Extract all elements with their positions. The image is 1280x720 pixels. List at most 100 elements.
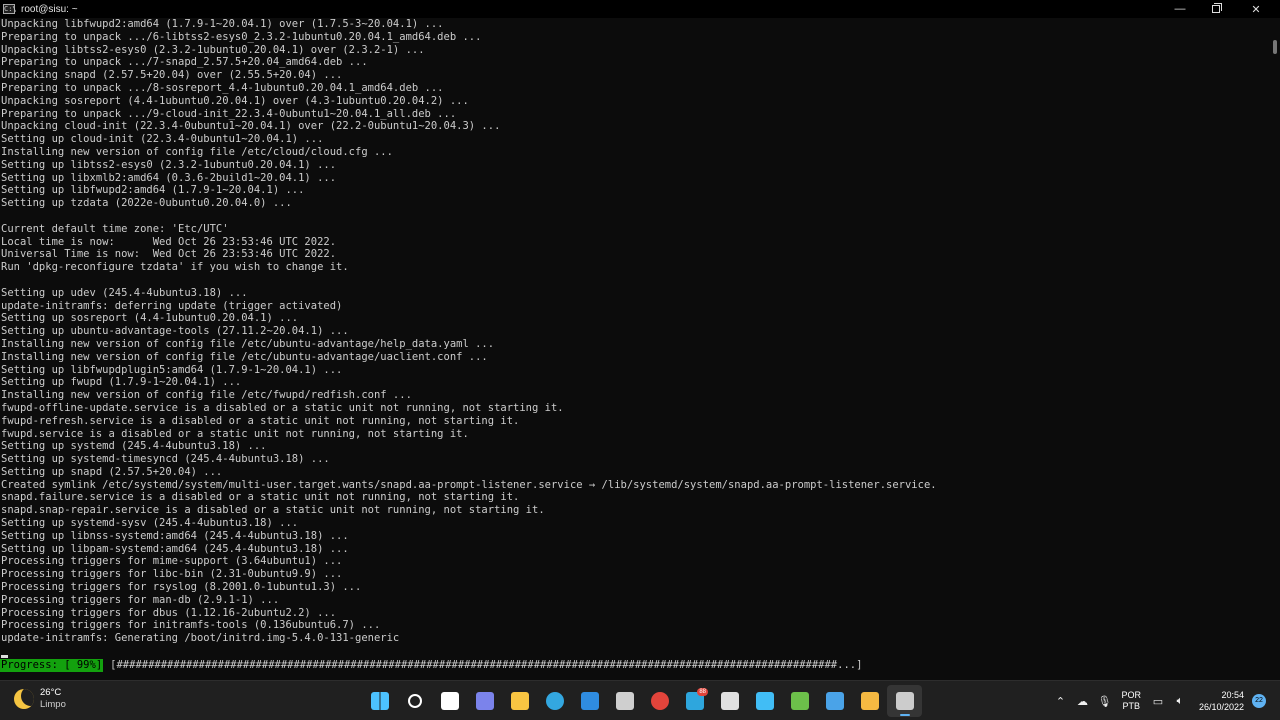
weather-condition: Limpo [40,699,66,710]
network-icon[interactable]: ▭ [1147,690,1169,712]
paint-icon [615,692,634,710]
terminal-line: Installing new version of config file /e… [1,389,412,402]
scrollbar-thumb[interactable] [1273,40,1277,54]
terminal-line: Processing triggers for initramfs-tools … [1,619,381,632]
terminal-line: Processing triggers for libc-bin (2.31-0… [1,568,343,581]
store-icon [580,692,599,710]
terminal-line: Unpacking libtss2-esys0 (2.3.2-1ubuntu0.… [1,43,425,56]
home-assistant-taskbar-button[interactable] [747,685,782,717]
terminal-line: Unpacking cloud-init (22.3.4-0ubuntu1~20… [1,120,501,133]
terminal-line: update-initramfs: deferring update (trig… [1,299,343,312]
window-title: root@sisu: ~ [21,3,78,15]
task-view-icon [440,692,459,710]
file-explorer-icon [510,692,529,710]
language-indicator[interactable]: POR PTB [1121,690,1141,712]
terminal-line: Preparing to unpack .../9-cloud-init_22.… [1,107,457,120]
terminal-line: Current default time zone: 'Etc/UTC' [1,222,229,235]
terminal-line: Installing new version of config file /e… [1,337,495,350]
terminal-line: snapd.snap-repair.service is a disabled … [1,504,545,517]
terminal-line: Setting up libnss-systemd:amd64 (245.4-4… [1,529,349,542]
terminal-line: Processing triggers for rsyslog (8.2001.… [1,581,362,594]
notification-badge[interactable]: 22 [1252,694,1266,708]
progress-label: Progress: [ 99%] [0,658,104,672]
clock[interactable]: 20:54 26/10/2022 [1199,689,1244,713]
search-icon [407,694,422,708]
terminal-line: Unpacking libfwupd2:amd64 (1.7.9-1~20.04… [1,18,444,30]
chrome-icon [650,692,669,710]
terminal-scrollbar[interactable] [1268,18,1280,680]
moon-icon [14,689,34,709]
terminal-line: Local time is now: Wed Oct 26 23:53:46 U… [1,235,337,248]
terminal-line: Installing new version of config file /e… [1,350,488,363]
terminal-line: Setting up sosreport (4.4-1ubuntu0.20.04… [1,312,299,325]
terminal-line: Setting up fwupd (1.7.9-1~20.04.1) ... [1,376,242,389]
terminal-line: Setting up ubuntu-advantage-tools (27.11… [1,325,349,338]
terminal-line: Setting up libtss2-esys0 (2.3.2-1ubuntu0… [1,158,337,171]
terminal-line: Setting up tzdata (2022e-0ubuntu0.20.04.… [1,197,292,210]
system-tray: ⌃ ☁ 🎙︎ POR PTB ▭ 🔈︎ 20:54 26/10/2022 22 [1049,685,1266,717]
terminal-line: Installing new version of config file /e… [1,145,393,158]
terminal-output[interactable]: Unpacking libfwupd2:amd64 (1.7.9-1~20.04… [0,18,1268,680]
chevron-up-icon[interactable]: ⌃ [1049,690,1071,712]
terminal-line: Universal Time is now: Wed Oct 26 23:53:… [1,248,337,261]
edge-taskbar-button[interactable] [537,685,572,717]
task-view-taskbar-button[interactable] [432,685,467,717]
terminal-line: Unpacking snapd (2.57.5+20.04) over (2.5… [1,69,343,82]
chrome-taskbar-button[interactable] [642,685,677,717]
terminal-line: Setting up systemd-sysv (245.4-4ubuntu3.… [1,517,299,530]
paint-taskbar-button[interactable] [607,685,642,717]
keyboard-layout: PTB [1122,701,1140,711]
terminal-line: snapd.failure.service is a disabled or a… [1,491,520,504]
terminal-line: Unpacking sosreport (4.4-1ubuntu0.20.04.… [1,94,469,107]
terminal-line: Setting up libfwupdplugin5:amd64 (1.7.9-… [1,363,343,376]
maximize-button[interactable] [1198,0,1234,18]
terminal-line: Setting up libpam-systemd:amd64 (245.4-4… [1,542,349,555]
close-button[interactable]: ✕ [1238,0,1274,18]
minimize-button[interactable]: — [1162,0,1198,18]
telegram-taskbar-button[interactable]: 88 [677,685,712,717]
sticky-tool-icon [860,692,879,710]
terminal-app-icon: C:\ [3,4,17,14]
microphone-icon[interactable]: 🎙︎ [1093,690,1115,712]
terminal-line: Preparing to unpack .../7-snapd_2.57.5+2… [1,56,368,69]
weather-widget[interactable]: 26°C Limpo [14,687,66,711]
clock-time: 20:54 [1221,690,1244,700]
language-code: POR [1121,690,1141,700]
weather-temperature: 26°C [40,687,62,698]
clock-date: 26/10/2022 [1198,702,1244,712]
terminal-line: Setting up libfwupd2:amd64 (1.7.9-1~20.0… [1,184,305,197]
terminal-icon [895,692,914,710]
photos-taskbar-button[interactable] [817,685,852,717]
terminal-line: Preparing to unpack .../8-sosreport_4.4-… [1,81,444,94]
chat-taskbar-button[interactable] [467,685,502,717]
taskbar-apps: 88 [362,685,922,717]
edge-icon [545,692,564,710]
file-explorer-taskbar-button[interactable] [502,685,537,717]
windows-start-taskbar-button[interactable] [362,685,397,717]
chat-icon [475,692,494,710]
taskbar: 26°C Limpo 88 ⌃ ☁ 🎙︎ POR PTB ▭ 🔈︎ 20:54 … [0,680,1280,720]
terminal-line: Processing triggers for mime-support (3.… [1,555,343,568]
store-taskbar-button[interactable] [572,685,607,717]
terminal-line: Run 'dpkg-reconfigure tzdata' if you wis… [1,261,349,274]
3d-box-icon [720,692,739,710]
terminal-line: Setting up libxmlb2:amd64 (0.3.6-2build1… [1,171,337,184]
terminal-taskbar-button[interactable] [887,685,922,717]
volume-icon[interactable]: 🔈︎ [1169,690,1191,712]
windows-start-icon [370,692,389,710]
terminal-line: Setting up cloud-init (22.3.4-0ubuntu1~2… [1,133,324,146]
notepad-taskbar-button[interactable] [782,685,817,717]
notepad-icon [790,692,809,710]
photos-icon [825,692,844,710]
progress-row: Progress: [ 99%] [######################… [0,658,862,672]
3d-box-taskbar-button[interactable] [712,685,747,717]
terminal-line: Setting up systemd (245.4-4ubuntu3.18) .… [1,440,267,453]
cloud-icon[interactable]: ☁ [1071,690,1093,712]
terminal-line: Preparing to unpack .../6-libtss2-esys0_… [1,30,482,43]
terminal-line: fwupd.service is a disabled or a static … [1,427,469,440]
sticky-tool-taskbar-button[interactable] [852,685,887,717]
search-taskbar-button[interactable] [397,685,432,717]
window-titlebar[interactable]: C:\ root@sisu: ~ — ✕ [0,0,1280,18]
